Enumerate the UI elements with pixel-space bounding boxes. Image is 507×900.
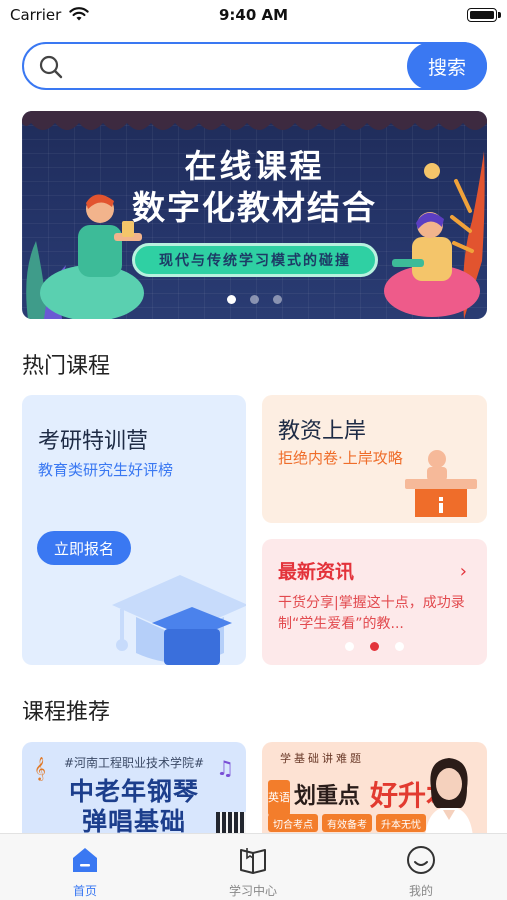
course-school: #河南工程职业技术学院# <box>63 756 205 770</box>
book-icon <box>240 848 266 874</box>
card-subtitle: 拒绝内卷·上岸攻略 <box>278 449 403 467</box>
tab-bar: 首页 学习中心 我的 <box>0 833 507 900</box>
pagination-dot[interactable] <box>250 295 259 304</box>
course-headline-a: 划重点 <box>294 784 361 809</box>
tab-label: 学习中心 <box>228 884 277 898</box>
banner-tagline: 现代与传统学习模式的碰撞 <box>132 243 378 277</box>
recommend-title: 课程推荐 <box>22 700 111 725</box>
pagination-dot[interactable] <box>227 295 236 304</box>
home-icon <box>73 848 97 872</box>
course-chip: 切合考点 <box>268 814 318 832</box>
search-button[interactable]: 搜索 <box>407 42 487 90</box>
course-chips: 切合考点 有效备考 升本无忧 <box>268 814 426 832</box>
tab-label: 首页 <box>72 884 97 898</box>
smile-icon <box>407 846 435 874</box>
tab-label: 我的 <box>408 884 433 898</box>
subject-tag: 英语 <box>268 780 290 816</box>
pagination-dot[interactable] <box>370 642 379 651</box>
banner-pagination <box>22 295 487 304</box>
course-top-text: 学基础讲难题 <box>280 752 364 765</box>
tab-profile[interactable]: 我的 <box>371 834 471 900</box>
pagination-dot[interactable] <box>345 642 354 651</box>
search-input[interactable] <box>74 50 404 82</box>
search-bar[interactable]: 搜索 <box>22 42 487 90</box>
clock: 9:40 AM <box>218 6 289 24</box>
search-icon <box>39 55 63 79</box>
news-text: 干货分享|掌握这十点，成功录制“学生爱看”的教... <box>278 595 465 632</box>
upgrade-course-card[interactable]: 学基础讲难题 英语 划重点 好升本 切合考点 有效备考 升本无忧 <box>262 742 487 834</box>
pagination-dot[interactable] <box>273 295 282 304</box>
pagination-dot[interactable] <box>395 642 404 651</box>
card-title: 最新资讯 <box>278 561 355 583</box>
status-bar: Carrier 9:40 AM <box>0 0 507 32</box>
teacher-photo <box>425 758 473 834</box>
teacher-cert-card[interactable]: 教资上岸 拒绝内卷·上岸攻略 <box>262 395 487 523</box>
chevron-right-icon[interactable]: › <box>460 561 467 582</box>
tab-study-center[interactable]: 学习中心 <box>203 834 303 900</box>
card-subtitle: 教育类研究生好评榜 <box>38 461 174 479</box>
card-title: 教资上岸 <box>278 419 367 444</box>
banner-subtitle: 数字化教材结合 <box>132 188 377 227</box>
podium-icon <box>405 450 477 517</box>
card-title: 考研特训营 <box>38 429 149 454</box>
piano-keys-icon <box>216 812 246 834</box>
battery-icon <box>467 8 501 22</box>
news-card[interactable]: 最新资讯 › 干货分享|掌握这十点，成功录制“学生爱看”的教... <box>262 539 487 665</box>
enroll-button[interactable]: 立即报名 <box>37 531 131 565</box>
hot-courses-title: 热门课程 <box>22 354 111 379</box>
banner-carousel[interactable]: 在线课程 数字化教材结合 现代与传统学习模式的碰撞 <box>22 111 487 319</box>
curtain-decoration <box>22 111 487 130</box>
news-pagination <box>262 642 487 651</box>
tab-home[interactable]: 首页 <box>35 834 135 900</box>
course-title-line2: 弹唱基础 <box>81 807 186 834</box>
course-chip: 有效备考 <box>322 814 372 832</box>
exam-camp-card[interactable]: 考研特训营 教育类研究生好评榜 立即报名 <box>22 395 246 665</box>
piano-course-card[interactable]: 𝄞 ♫ #河南工程职业技术学院# 中老年钢琴 弹唱基础 <box>22 742 246 834</box>
